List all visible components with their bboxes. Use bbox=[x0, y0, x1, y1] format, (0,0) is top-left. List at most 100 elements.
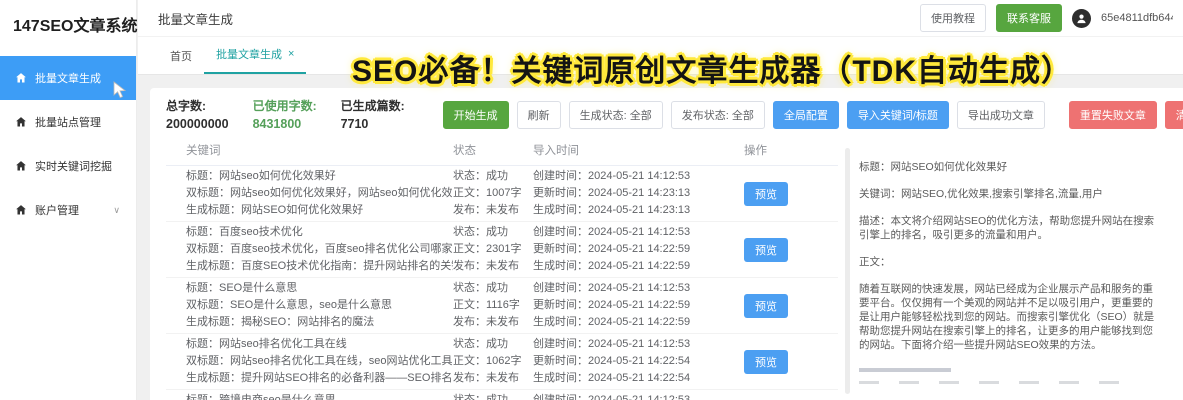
home-icon bbox=[15, 204, 27, 216]
preview-title: 标题：网站SEO如何优化效果好 bbox=[859, 160, 1159, 174]
preview-button[interactable]: 预览 bbox=[744, 238, 788, 262]
header-import-time: 导入时间 bbox=[533, 142, 728, 158]
tab-label: 批量文章生成 bbox=[216, 46, 282, 62]
row-double-title: 双标题：百度seo技术优化，百度seo排名优化公司哪家好 bbox=[186, 241, 453, 258]
row-gen-title: 生成标题：网站SEO如何优化效果好 bbox=[186, 202, 453, 219]
row-generated: 生成时间：2024-05-21 14:23:13 bbox=[533, 202, 728, 219]
row-title: 标题：网站seo排名优化工具在线 bbox=[186, 336, 453, 353]
row-updated: 更新时间：2024-05-21 14:22:54 bbox=[533, 353, 728, 370]
stat-used-words: 已使用字数: 8431800 bbox=[253, 97, 317, 133]
app-title: 147SEO文章系统 bbox=[0, 0, 136, 46]
global-config-button[interactable]: 全局配置 bbox=[773, 101, 839, 129]
table-row: 标题：百度seo技术优化 双标题：百度seo技术优化，百度seo排名优化公司哪家… bbox=[166, 222, 838, 278]
user-id[interactable]: 65e4811dfb644f6 bbox=[1101, 12, 1173, 24]
stat-label: 已生成篇数: bbox=[341, 97, 405, 115]
refresh-button[interactable]: 刷新 bbox=[517, 101, 561, 129]
home-icon bbox=[15, 116, 27, 128]
sidebar-item-realtime-keyword-mining[interactable]: 实时关键词挖掘 bbox=[0, 144, 136, 188]
row-status: 状态：成功 bbox=[453, 392, 533, 400]
stat-value: 8431800 bbox=[253, 115, 317, 133]
row-title: 标题：网站seo如何优化效果好 bbox=[186, 168, 453, 185]
card-body: 关键词 状态 导入时间 操作 标题：网站seo如何优化效果好 双标题：网站seo… bbox=[166, 136, 1183, 400]
user-avatar[interactable] bbox=[1072, 9, 1091, 28]
row-updated: 更新时间：2024-05-21 14:22:59 bbox=[533, 297, 728, 314]
preview-body-text: 随着互联网的快速发展，网站已经成为企业展示产品和服务的重要平台。仅仅拥有一个美观… bbox=[859, 282, 1159, 352]
home-icon bbox=[15, 160, 27, 172]
tab-batch-article-generate[interactable]: 批量文章生成 × bbox=[204, 36, 306, 74]
row-words: 正文：1062字 bbox=[453, 353, 533, 370]
stat-label: 已使用字数: bbox=[253, 97, 317, 115]
toolbar-actions: 开始生成 刷新 生成状态: 全部 发布状态: 全部 全局配置 导入关键词/标题 … bbox=[443, 101, 1045, 129]
row-publish: 发布：未发布 bbox=[453, 314, 533, 331]
article-preview-panel: 标题：网站SEO如何优化效果好 关键词：网站SEO,优化效果,搜索引擎排名,流量… bbox=[859, 136, 1159, 400]
row-gen-title: 生成标题：提升网站SEO排名的必备利器——SEO排名优化工具在线 bbox=[186, 370, 453, 387]
row-generated: 生成时间：2024-05-21 14:22:59 bbox=[533, 314, 728, 331]
home-icon bbox=[15, 72, 27, 84]
row-publish: 发布：未发布 bbox=[453, 258, 533, 275]
row-generated: 生成时间：2024-05-21 14:22:54 bbox=[533, 370, 728, 387]
sidebar-item-label: 实时关键词挖掘 bbox=[35, 158, 112, 174]
sidebar-item-label: 批量站点管理 bbox=[35, 114, 101, 130]
row-title: 标题：SEO是什么意思 bbox=[186, 280, 453, 297]
stat-label: 总字数: bbox=[166, 97, 229, 115]
row-created: 创建时间：2024-05-21 14:12:53 bbox=[533, 392, 728, 400]
row-created: 创建时间：2024-05-21 14:12:53 bbox=[533, 280, 728, 297]
sidebar-item-label: 账户管理 bbox=[35, 202, 79, 218]
row-words: 正文：2301字 bbox=[453, 241, 533, 258]
preview-body-label: 正文： bbox=[859, 255, 1159, 269]
row-title: 标题：百度seo技术优化 bbox=[186, 224, 453, 241]
row-updated: 更新时间：2024-05-21 14:23:13 bbox=[533, 185, 728, 202]
mouse-cursor bbox=[113, 81, 129, 104]
close-icon[interactable]: × bbox=[288, 48, 294, 60]
preview-button[interactable]: 预览 bbox=[744, 182, 788, 206]
publish-status-filter[interactable]: 发布状态: 全部 bbox=[671, 101, 765, 129]
table-scrollbar[interactable] bbox=[845, 148, 850, 394]
row-words: 正文：1007字 bbox=[453, 185, 533, 202]
import-keywords-button[interactable]: 导入关键词/标题 bbox=[847, 101, 949, 129]
sidebar-item-label: 批量文章生成 bbox=[35, 70, 101, 86]
chevron-down-icon: ∨ bbox=[113, 205, 128, 216]
preview-description: 描述：本文将介绍网站SEO的优化方法，帮助您提升网站在搜索引擎上的排名，吸引更多… bbox=[859, 214, 1159, 242]
preview-keywords: 关键词：网站SEO,优化效果,搜索引擎排名,流量,用户 bbox=[859, 187, 1159, 201]
toolbar-actions-right: 重置失败文章 清空 bbox=[1069, 101, 1183, 129]
stat-value: 200000000 bbox=[166, 115, 229, 133]
row-double-title: 双标题：SEO是什么意思，seo是什么意思 bbox=[186, 297, 453, 314]
tab-home[interactable]: 首页 bbox=[158, 38, 204, 74]
row-title: 标题：跨境电商seo是什么意思 bbox=[186, 392, 453, 400]
tutorial-button[interactable]: 使用教程 bbox=[920, 4, 986, 32]
clear-button[interactable]: 清空 bbox=[1165, 101, 1183, 129]
sidebar: 147SEO文章系统 批量文章生成 批量站点管理 实时关键词挖掘 账户管理 ∨ bbox=[0, 0, 137, 400]
row-gen-title: 生成标题：揭秘SEO：网站排名的魔法 bbox=[186, 314, 453, 331]
start-generate-button[interactable]: 开始生成 bbox=[443, 101, 509, 129]
table-row: 标题：跨境电商seo是什么意思 双标题： 生成标题： 状态：成功 正文： 发布：… bbox=[166, 390, 838, 400]
article-table: 关键词 状态 导入时间 操作 标题：网站seo如何优化效果好 双标题：网站seo… bbox=[166, 136, 838, 400]
row-updated: 更新时间：2024-05-21 14:22:59 bbox=[533, 241, 728, 258]
row-created: 创建时间：2024-05-21 14:12:53 bbox=[533, 168, 728, 185]
row-status: 状态：成功 bbox=[453, 336, 533, 353]
table-row: 标题：网站seo如何优化效果好 双标题：网站seo如何优化效果好，网站seo如何… bbox=[166, 166, 838, 222]
row-publish: 发布：未发布 bbox=[453, 370, 533, 387]
contact-support-button[interactable]: 联系客服 bbox=[996, 4, 1062, 32]
sidebar-item-batch-site-manage[interactable]: 批量站点管理 bbox=[0, 100, 136, 144]
preview-button[interactable]: 预览 bbox=[744, 350, 788, 374]
header-keyword: 关键词 bbox=[166, 142, 453, 158]
stat-generated-count: 已生成篇数: 7710 bbox=[341, 97, 405, 133]
main-card: 总字数: 200000000 已使用字数: 8431800 已生成篇数: 771… bbox=[150, 88, 1183, 400]
generate-status-filter[interactable]: 生成状态: 全部 bbox=[569, 101, 663, 129]
content: 总字数: 200000000 已使用字数: 8431800 已生成篇数: 771… bbox=[138, 75, 1183, 400]
header-action: 操作 bbox=[728, 142, 818, 158]
row-double-title: 双标题：网站seo如何优化效果好，网站seo如何优化效果好些 bbox=[186, 185, 453, 202]
stats-toolbar: 总字数: 200000000 已使用字数: 8431800 已生成篇数: 771… bbox=[166, 96, 1183, 134]
row-status: 状态：成功 bbox=[453, 280, 533, 297]
table-row: 标题：SEO是什么意思 双标题：SEO是什么意思，seo是什么意思 生成标题：揭… bbox=[166, 278, 838, 334]
stat-value: 7710 bbox=[341, 115, 405, 133]
export-success-button[interactable]: 导出成功文章 bbox=[957, 101, 1045, 129]
row-publish: 发布：未发布 bbox=[453, 202, 533, 219]
preview-button[interactable]: 预览 bbox=[744, 294, 788, 318]
breadcrumb: 批量文章生成 bbox=[158, 9, 233, 28]
embedded-image-table-bars bbox=[859, 381, 1159, 384]
reset-failed-button[interactable]: 重置失败文章 bbox=[1069, 101, 1157, 129]
row-double-title: 双标题：网站seo排名优化工具在线，seo网站优化工具大全 bbox=[186, 353, 453, 370]
sidebar-item-account-manage[interactable]: 账户管理 ∨ bbox=[0, 188, 136, 232]
row-status: 状态：成功 bbox=[453, 168, 533, 185]
